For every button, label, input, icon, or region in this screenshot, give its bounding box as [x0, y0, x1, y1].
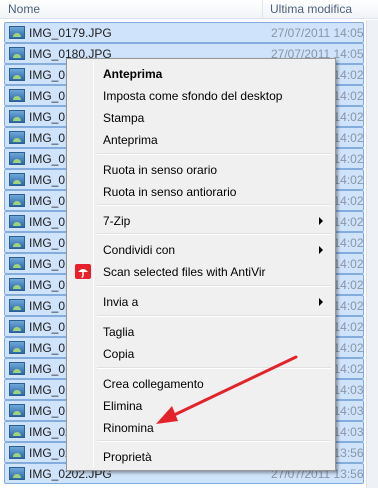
menu-item-stampa[interactable]: Stampa [69, 107, 333, 129]
file-name: IMG_0179.JPG [29, 26, 112, 40]
menu-item-label: Anteprima [103, 67, 163, 81]
menu-separator [97, 367, 331, 369]
menu-separator [97, 315, 331, 317]
image-file-icon [9, 47, 25, 60]
image-file-icon [9, 68, 25, 81]
menu-item-label: Copia [103, 347, 135, 361]
image-file-icon [9, 215, 25, 228]
submenu-arrow-icon [319, 217, 323, 225]
file-row[interactable]: IMG_0179.JPG 27/07/2011 14:05 [4, 22, 364, 43]
menu-item-ruota-orario[interactable]: Ruota in senso orario [69, 159, 333, 181]
image-file-icon [9, 320, 25, 333]
image-file-icon [9, 131, 25, 144]
menu-separator [97, 233, 331, 235]
image-file-icon [9, 362, 25, 375]
menu-item-label: Rinomina [103, 421, 154, 435]
menu-item-anteprima[interactable]: Anteprima [69, 129, 333, 151]
image-file-icon [9, 467, 25, 480]
menu-item-label: Imposta come sfondo del desktop [103, 89, 283, 103]
submenu-arrow-icon [319, 246, 323, 254]
menu-item-label: Ruota in senso antiorario [103, 185, 237, 199]
column-divider[interactable] [262, 0, 263, 19]
menu-item-taglia[interactable]: Taglia [69, 321, 333, 343]
image-file-icon [9, 425, 25, 438]
menu-item-label: Invia a [103, 295, 139, 309]
menu-item-anteprima-bold[interactable]: Anteprima [69, 63, 333, 85]
menu-item-copia[interactable]: Copia [69, 343, 333, 365]
menu-separator [97, 153, 331, 155]
menu-item-rinomina[interactable]: Rinomina [69, 417, 333, 439]
image-file-icon [9, 299, 25, 312]
image-file-icon [9, 194, 25, 207]
image-file-icon [9, 89, 25, 102]
image-file-icon [9, 341, 25, 354]
menu-item-label: Stampa [103, 111, 145, 125]
menu-item-label: 7-Zip [103, 214, 131, 228]
column-name-header[interactable]: Nome [8, 2, 40, 16]
column-date-header[interactable]: Ultima modifica [270, 2, 352, 16]
menu-item-label: Proprietà [103, 450, 152, 464]
menu-item-proprieta[interactable]: Proprietà [69, 446, 333, 468]
image-file-icon [9, 257, 25, 270]
vertical-scrollbar[interactable] [366, 20, 378, 488]
context-menu: Anteprima Imposta come sfondo del desktop… [66, 58, 336, 471]
menu-item-label: Scan selected files with AntiVir [103, 265, 266, 279]
menu-separator [97, 285, 331, 287]
menu-item-label: Anteprima [103, 133, 158, 147]
menu-separator [97, 440, 331, 442]
menu-item-antivir[interactable]: Scan selected files with AntiVir [69, 261, 333, 283]
file-date: 27/07/2011 14:05 [271, 26, 364, 40]
menu-item-label: Condividi con [103, 243, 176, 257]
menu-item-ruota-antiorario[interactable]: Ruota in senso antiorario [69, 181, 333, 203]
menu-item-label: Ruota in senso orario [103, 163, 218, 177]
image-file-icon [9, 173, 25, 186]
image-file-icon [9, 26, 25, 39]
column-header: Nome Ultima modifica [0, 0, 378, 19]
menu-item-label: Elimina [103, 399, 143, 413]
image-file-icon [9, 404, 25, 417]
menu-item-invia[interactable]: Invia a [69, 291, 333, 313]
image-file-icon [9, 278, 25, 291]
menu-item-7zip[interactable]: 7-Zip [69, 210, 333, 232]
menu-item-sfondo[interactable]: Imposta come sfondo del desktop [69, 85, 333, 107]
menu-item-collegamento[interactable]: Crea collegamento [69, 373, 333, 395]
image-file-icon [9, 446, 25, 459]
menu-item-label: Crea collegamento [103, 377, 204, 391]
menu-item-label: Taglia [103, 325, 135, 339]
menu-separator [97, 204, 331, 206]
antivir-umbrella-icon [75, 264, 91, 279]
image-file-icon [9, 152, 25, 165]
submenu-arrow-icon [319, 298, 323, 306]
menu-item-condividi[interactable]: Condividi con [69, 239, 333, 261]
image-file-icon [9, 383, 25, 396]
menu-item-elimina[interactable]: Elimina [69, 395, 333, 417]
image-file-icon [9, 236, 25, 249]
image-file-icon [9, 110, 25, 123]
